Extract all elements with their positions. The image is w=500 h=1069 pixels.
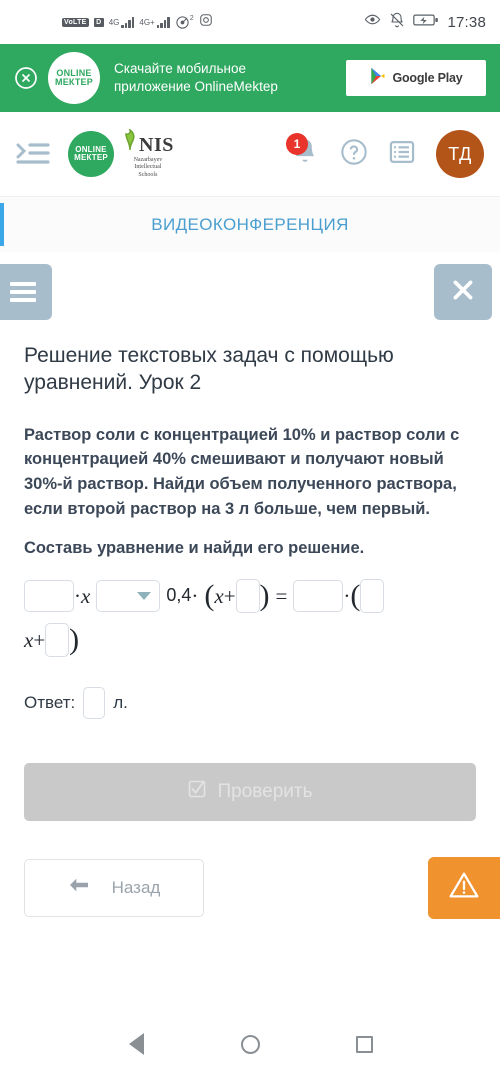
close-lesson-button[interactable] xyxy=(434,264,492,320)
camera-icon xyxy=(199,13,213,32)
promo-text-line1: Скачайте мобильное xyxy=(114,60,246,76)
answer-unit: л. xyxy=(113,692,128,712)
promo-text: Скачайте мобильное приложение OnlineMekt… xyxy=(110,60,336,96)
equation-var-1: x xyxy=(81,584,91,609)
nis-logo: NIS Nazarbayev Intellectual Schools xyxy=(122,127,174,179)
user-avatar[interactable]: ТД xyxy=(436,130,484,178)
nis-logo-text: NIS xyxy=(139,133,174,156)
volte-icon: VoLTE xyxy=(62,17,89,27)
android-status-bar: VoLTE D 4G 4G+ 2 17:38 xyxy=(0,0,500,44)
google-play-label: Google Play xyxy=(392,71,463,85)
home-circle-icon xyxy=(240,1034,260,1054)
onlinemektep-logo[interactable]: ONLINE МЕКТЕР xyxy=(68,131,114,177)
bottom-actions-row: Назад xyxy=(0,856,500,919)
nis-sub-line2: Intellectual xyxy=(134,164,162,171)
close-icon xyxy=(450,277,476,308)
equation-mult-1: · xyxy=(74,584,81,609)
eye-icon xyxy=(364,11,381,33)
panel-controls-row xyxy=(0,252,500,332)
app-promo-banner: ONLINE МЕКТЕР Скачайте мобильное приложе… xyxy=(0,44,500,112)
answer-row: Ответ: л. xyxy=(24,686,476,719)
android-home-button[interactable] xyxy=(239,1033,261,1055)
network-type-1-label: 4G xyxy=(108,17,120,27)
android-back-button[interactable] xyxy=(125,1033,147,1055)
lesson-menu-button[interactable] xyxy=(0,264,52,320)
videoconference-label: ВИДЕОКОНФЕРЕНЦИЯ xyxy=(151,214,349,234)
notification-badge: 1 xyxy=(286,133,308,155)
signal-2-icon: 4G+ xyxy=(139,16,170,28)
equation-input-2[interactable] xyxy=(235,579,260,614)
status-left-icons: VoLTE D 4G 4G+ 2 xyxy=(62,13,213,32)
nis-sub-line3: Schools xyxy=(138,171,158,178)
hamburger-icon xyxy=(10,278,36,306)
back-triangle-icon xyxy=(128,1033,144,1055)
equation-open-paren-2: ( xyxy=(350,579,361,613)
hotspot-count-label: 2 xyxy=(189,14,194,22)
top-nav-actions: 1 ТД xyxy=(286,130,484,178)
close-promo-button[interactable] xyxy=(14,66,38,90)
google-play-button[interactable]: Google Play xyxy=(346,60,486,96)
checkbox-icon xyxy=(187,779,207,805)
equation-input-5[interactable] xyxy=(45,623,70,658)
android-recents-button[interactable] xyxy=(353,1033,375,1055)
equation-mult-2: · xyxy=(191,584,199,609)
hotspot-icon: 2 xyxy=(175,15,194,30)
android-nav-bar xyxy=(0,1019,500,1069)
signal-bars-1 xyxy=(121,16,135,28)
task-instruction: Составь уравнение и найди его решение. xyxy=(24,538,365,557)
status-clock: 17:38 xyxy=(447,13,486,31)
equation-input-4[interactable] xyxy=(360,579,385,614)
answer-input[interactable] xyxy=(83,686,106,719)
om-logo-line2: МЕКТЕР xyxy=(74,153,108,162)
bell-muted-icon xyxy=(389,12,405,33)
recents-square-icon xyxy=(355,1035,373,1053)
videoconference-bar[interactable]: ВИДЕОКОНФЕРЕНЦИЯ xyxy=(0,196,500,252)
sidebar-toggle-icon[interactable] xyxy=(16,141,50,167)
top-navigation-bar: ONLINE МЕКТЕР NIS Nazarbayev Intellectua… xyxy=(0,112,500,196)
equation-input-1[interactable] xyxy=(24,580,74,613)
promo-logo-line2: МЕКТЕР xyxy=(55,77,93,87)
equation-close-paren-2: ) xyxy=(69,623,80,657)
equation-plus-2: + xyxy=(33,628,46,653)
signal-1-icon: 4G xyxy=(108,16,135,28)
report-problem-button[interactable] xyxy=(428,856,500,919)
equation-row: · x 0,4 · ( x + ) = · ( x + ) xyxy=(24,574,476,662)
equation-equals: = xyxy=(275,584,288,609)
equation-close-paren-1: ) xyxy=(259,579,270,613)
warning-triangle-icon xyxy=(447,869,481,906)
onlinemektep-logo-banner: ONLINE МЕКТЕР xyxy=(48,52,100,104)
arrow-left-icon xyxy=(68,876,90,899)
help-button[interactable] xyxy=(340,138,368,171)
list-menu-button[interactable] xyxy=(388,138,416,171)
back-button[interactable]: Назад xyxy=(24,858,204,917)
network-type-2-label: 4G+ xyxy=(139,17,155,27)
problem-statement: Раствор соли с концентрацией 10% и раств… xyxy=(24,425,460,518)
equation-operator-select[interactable] xyxy=(96,580,161,613)
bell-icon xyxy=(290,139,320,173)
chevron-down-icon xyxy=(137,592,152,601)
equation-plus-1: + xyxy=(223,584,236,609)
page-title: Решение текстовых задач с помощью уравне… xyxy=(24,344,394,395)
equation-open-paren-1: ( xyxy=(204,579,215,613)
back-button-label: Назад xyxy=(111,877,161,897)
signal-bars-2 xyxy=(156,16,170,28)
equation-var-2: x xyxy=(214,584,224,609)
google-play-icon xyxy=(369,67,386,90)
check-button-label: Проверить xyxy=(217,780,313,802)
promo-text-line2: приложение OnlineMektep xyxy=(114,79,278,94)
lesson-content: Решение текстовых задач с помощью уравне… xyxy=(0,342,500,719)
nis-sub-line1: Nazarbayev xyxy=(133,156,163,163)
equation-coefficient: 0,4 xyxy=(166,585,192,606)
status-right-icons: 17:38 xyxy=(364,11,486,33)
equation-input-3[interactable] xyxy=(293,580,344,613)
nis-leaf-icon xyxy=(122,127,138,156)
battery-charging-icon xyxy=(413,13,439,32)
answer-label: Ответ: xyxy=(24,692,76,712)
check-button[interactable]: Проверить xyxy=(24,762,476,821)
equation-var-3: x xyxy=(24,628,34,653)
equation-mult-3: · xyxy=(343,584,351,609)
sim-icon: D xyxy=(93,17,104,27)
notifications-button[interactable]: 1 xyxy=(286,133,320,173)
